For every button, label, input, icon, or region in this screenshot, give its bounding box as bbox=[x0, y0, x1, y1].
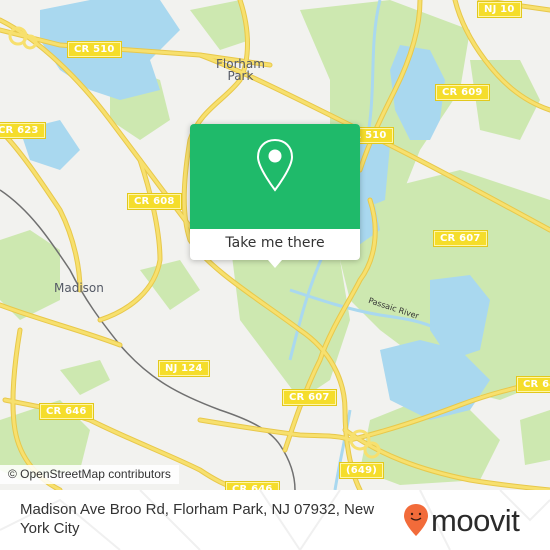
take-me-there-button[interactable]: Take me there bbox=[190, 229, 360, 260]
road-shield-nj10: NJ 10 bbox=[477, 1, 522, 18]
road-shield-cr609: CR 609 bbox=[435, 84, 490, 101]
road-shield-cr510: CR 510 bbox=[67, 41, 122, 58]
moovit-logo[interactable]: moovit bbox=[403, 500, 520, 540]
footer: Madison Ave Broo Rd, Florham Park, NJ 07… bbox=[0, 490, 550, 550]
place-label-madison: Madison bbox=[54, 281, 104, 295]
map-attribution[interactable]: © OpenStreetMap contributors bbox=[0, 465, 179, 484]
popup-header bbox=[190, 124, 360, 229]
place-label-florham-park: Florham Park bbox=[216, 58, 265, 82]
road-shield-cr646: CR 646 bbox=[39, 403, 94, 420]
map-canvas[interactable]: Florham Park Madison CR 510 CR 510 NJ 10… bbox=[0, 0, 550, 490]
popup-pointer bbox=[268, 260, 282, 268]
address-text: Madison Ave Broo Rd, Florham Park, NJ 07… bbox=[20, 501, 375, 537]
road-shield-cr623: CR 623 bbox=[0, 122, 46, 139]
road-shield-nj124: NJ 124 bbox=[158, 360, 210, 377]
location-pin-icon bbox=[256, 138, 294, 192]
road-shield-cr649-right: CR 649 bbox=[516, 376, 550, 393]
road-shield-cr607-upper: CR 607 bbox=[433, 230, 488, 247]
road-shield-cr608: CR 608 bbox=[127, 193, 182, 210]
road-shield-649: (649) bbox=[338, 462, 385, 479]
moovit-wordmark: moovit bbox=[431, 502, 520, 538]
road-shield-cr646-bottom: CR 646 bbox=[225, 481, 280, 490]
place-label-florham-park-line2: Park bbox=[227, 69, 254, 83]
road-shield-cr607-lower: CR 607 bbox=[282, 389, 337, 406]
moovit-pin-icon bbox=[404, 504, 428, 536]
location-popup: Take me there bbox=[190, 124, 360, 268]
